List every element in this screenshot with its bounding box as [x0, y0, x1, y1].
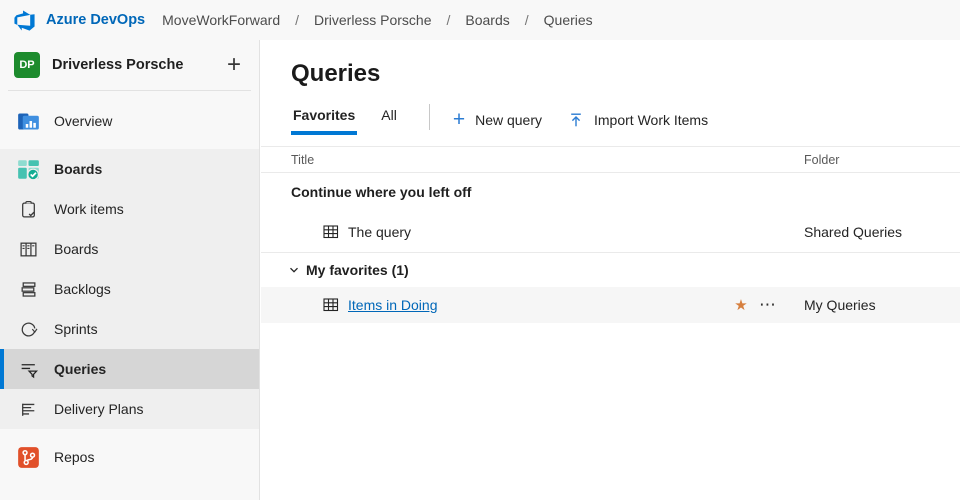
- sidebar-item-boards-hub[interactable]: Boards: [0, 149, 259, 189]
- favorite-star-icon[interactable]: ★: [726, 296, 756, 314]
- main-content: Queries Favorites All + New query Import…: [261, 40, 960, 500]
- breadcrumb-queries[interactable]: Queries: [544, 12, 593, 28]
- chevron-down-icon[interactable]: [288, 264, 300, 276]
- backlogs-icon: [16, 277, 40, 301]
- breadcrumb-separator: /: [525, 12, 529, 28]
- query-title-cell: The query: [261, 224, 726, 240]
- delivery-plans-icon: [16, 397, 40, 421]
- query-table-icon: [323, 225, 339, 239]
- sidebar-item-repos[interactable]: Repos: [0, 437, 259, 477]
- sidebar-item-label: Backlogs: [54, 281, 111, 297]
- column-header-title: Title: [261, 153, 726, 167]
- section-header-my-favorites[interactable]: My favorites (1): [261, 253, 960, 287]
- sidebar-item-work-items[interactable]: Work items: [0, 189, 259, 229]
- queries-icon: [16, 357, 40, 381]
- column-header-folder: Folder: [798, 153, 960, 167]
- breadcrumb-boards[interactable]: Boards: [465, 12, 509, 28]
- project-header: DP Driverless Porsche +: [0, 40, 259, 90]
- sidebar-item-backlogs[interactable]: Backlogs: [0, 269, 259, 309]
- query-title[interactable]: The query: [348, 224, 411, 240]
- sidebar-nav: Overview Boards: [0, 91, 259, 500]
- sidebar: DP Driverless Porsche + Overview: [0, 40, 260, 500]
- queries-table: Title Folder Continue where you left off…: [261, 146, 960, 323]
- sidebar-item-label: Repos: [54, 449, 94, 465]
- sidebar-item-sprints[interactable]: Sprints: [0, 309, 259, 349]
- work-items-icon: [16, 197, 40, 221]
- sidebar-item-label: Queries: [54, 361, 106, 377]
- sidebar-item-boards[interactable]: Boards: [0, 229, 259, 269]
- sprints-icon: [16, 317, 40, 341]
- tab-favorites[interactable]: Favorites: [291, 103, 357, 135]
- new-query-button[interactable]: + New query: [453, 112, 542, 128]
- sidebar-item-label: Boards: [54, 161, 102, 177]
- boards-hub-icon: [16, 157, 40, 181]
- import-work-items-button[interactable]: Import Work Items: [568, 112, 708, 128]
- query-folder: Shared Queries: [798, 224, 960, 240]
- breadcrumb-separator: /: [295, 12, 299, 28]
- sidebar-item-overview[interactable]: Overview: [0, 101, 259, 141]
- sidebar-item-label: Sprints: [54, 321, 98, 337]
- project-avatar: DP: [14, 52, 40, 78]
- sidebar-item-queries[interactable]: Queries: [0, 349, 259, 389]
- sidebar-item-label: Boards: [54, 241, 98, 257]
- new-query-label: New query: [475, 112, 542, 128]
- kanban-board-icon: [16, 237, 40, 261]
- table-row-items-in-doing[interactable]: Items in Doing ★ ⋯ My Queries: [261, 287, 960, 323]
- repos-icon: [16, 445, 40, 469]
- sidebar-item-label: Work items: [54, 201, 124, 217]
- breadcrumb-organization[interactable]: MoveWorkForward: [162, 12, 280, 28]
- overview-icon: [16, 109, 40, 133]
- breadcrumb: MoveWorkForward / Driverless Porsche / B…: [162, 12, 593, 28]
- sidebar-item-pipelines-cutoff[interactable]: [0, 493, 259, 500]
- query-table-icon: [323, 298, 339, 312]
- more-options-button[interactable]: ⋯: [756, 295, 798, 315]
- brand-title[interactable]: Azure DevOps: [46, 12, 145, 28]
- breadcrumb-project[interactable]: Driverless Porsche: [314, 12, 431, 28]
- top-bar: Azure DevOps MoveWorkForward / Driverles…: [0, 0, 960, 40]
- pivot-divider: [429, 104, 430, 130]
- project-name: Driverless Porsche: [52, 57, 223, 73]
- pivot-bar: Favorites All + New query Import Work It…: [291, 103, 930, 135]
- query-title-cell: Items in Doing: [261, 297, 726, 313]
- query-folder: My Queries: [798, 297, 960, 313]
- plus-icon: +: [453, 112, 465, 128]
- table-header-row: Title Folder: [261, 146, 960, 173]
- add-project-button[interactable]: +: [223, 55, 245, 75]
- upload-icon: [568, 112, 584, 128]
- table-row-the-query[interactable]: The query Shared Queries: [261, 211, 960, 253]
- sidebar-item-label: Overview: [54, 113, 112, 129]
- breadcrumb-separator: /: [447, 12, 451, 28]
- my-favorites-label: My favorites (1): [306, 262, 409, 278]
- page-title: Queries: [291, 60, 960, 88]
- section-header-continue: Continue where you left off: [261, 173, 960, 211]
- tab-all[interactable]: All: [379, 103, 399, 135]
- import-work-items-label: Import Work Items: [594, 112, 708, 128]
- sidebar-item-delivery-plans[interactable]: Delivery Plans: [0, 389, 259, 429]
- sidebar-item-label: Delivery Plans: [54, 401, 143, 417]
- azure-devops-logo-icon[interactable]: [13, 9, 36, 32]
- query-title-link[interactable]: Items in Doing: [348, 297, 437, 313]
- boards-nav-group: Boards Work items: [0, 149, 259, 429]
